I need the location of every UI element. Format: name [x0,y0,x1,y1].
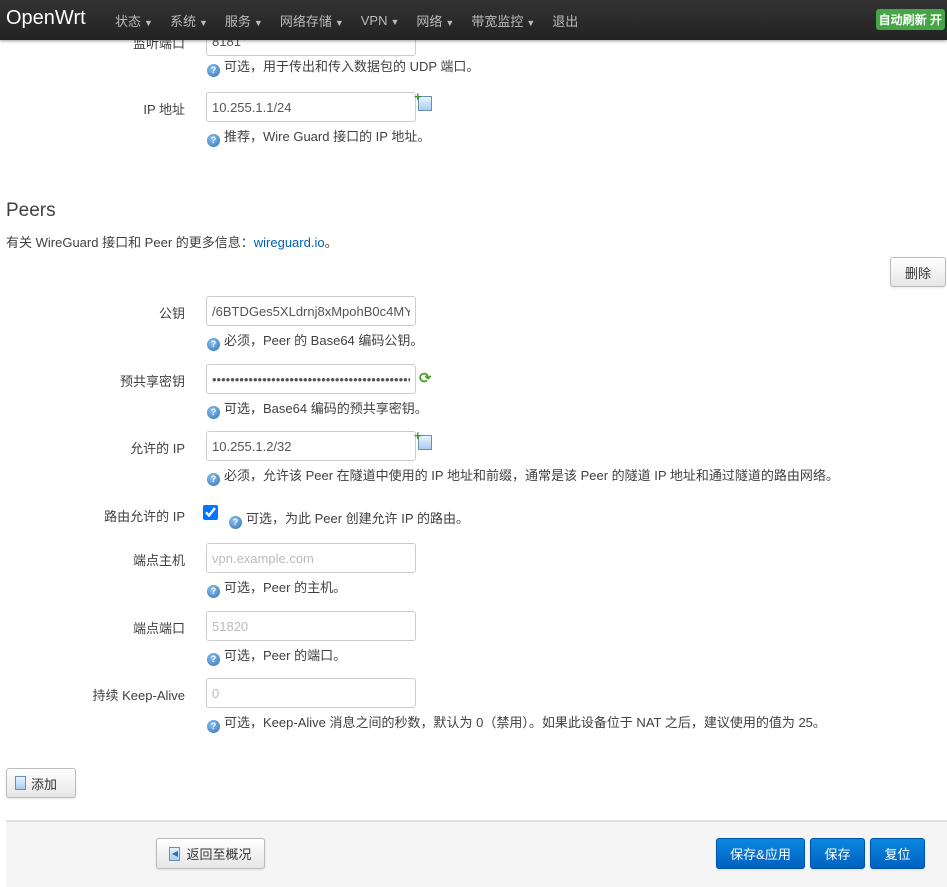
brand-logo[interactable]: OpenWrt [6,7,86,30]
help-text: ? 推荐，Wire Guard 接口的 IP 地址。 [207,126,430,147]
field-label: 端点端口 [132,621,185,636]
help-icon: ? [229,516,242,529]
caret-down-icon: ▼ [198,17,208,28]
menu-nas[interactable]: 网络存储 ▼ [280,11,344,30]
field-label: 端点主机 [132,553,185,568]
field-label: 路由允许的 IP [104,509,185,524]
field-label: 公钥 [158,306,185,321]
help-icon: ? [207,720,220,733]
public-key-input[interactable] [206,296,416,326]
footer-actions: ◀ 返回至概况 保存&应用 保存 复位 [6,820,947,887]
menu-network[interactable]: 网络 ▼ [416,11,454,30]
help-icon: ? [207,653,220,666]
generate-key-icon[interactable]: ⟳ [419,369,432,387]
caret-down-icon: ▼ [390,16,400,27]
menu-vpn[interactable]: VPN ▼ [361,13,400,28]
help-text: ? 可选，用于传出和传入数据包的 UDP 端口。 [207,56,479,77]
endpoint-host-input[interactable] [206,543,416,573]
route-allowed-ips-checkbox[interactable] [203,505,218,520]
keepalive-input[interactable] [206,678,416,708]
help-icon: ? [207,338,220,351]
caret-down-icon: ▼ [334,17,344,28]
save-button[interactable]: 保存 [810,838,865,869]
field-label: IP 地址 [143,102,185,117]
field-label: 允许的 IP [130,441,185,456]
add-entry-icon[interactable] [414,89,432,111]
help-text: ? 可选，Peer 的主机。 [207,577,346,598]
caret-down-icon: ▼ [526,17,536,28]
menu-bandwidth[interactable]: 带宽监控 ▼ [471,11,535,30]
peers-description: 有关 WireGuard 接口和 Peer 的更多信息：wireguard.io… [6,235,338,250]
help-icon: ? [207,406,220,419]
reset-button[interactable]: 复位 [870,838,925,869]
menu-logout[interactable]: 退出 [552,11,578,30]
back-to-overview-button[interactable]: ◀ 返回至概况 [156,838,265,869]
add-entry-icon[interactable] [414,428,432,450]
menu-status[interactable]: 状态 ▼ [115,11,153,30]
help-icon: ? [207,585,220,598]
endpoint-port-input[interactable] [206,611,416,641]
help-text: ? 必须，Peer 的 Base64 编码公钥。 [207,330,423,351]
help-text: ? 可选，Keep-Alive 消息之间的秒数，默认为 0（禁用）。如果此设备位于… [207,712,826,733]
preshared-key-input[interactable] [206,364,416,394]
peers-title: Peers [6,200,56,221]
add-peer-button[interactable]: 添加 [6,768,76,798]
field-label: 持续 Keep-Alive [92,688,185,703]
help-text: ? 可选，Base64 编码的预共享密钥。 [207,398,428,419]
help-text: ? 可选，Peer 的端口。 [207,645,346,666]
help-icon: ? [207,473,220,486]
save-apply-button[interactable]: 保存&应用 [716,838,805,869]
wireguard-link[interactable]: wireguard.io [254,235,325,250]
caret-down-icon: ▼ [445,17,455,28]
ip-address-input[interactable] [206,92,416,122]
help-text: ? 可选，为此 Peer 创建允许 IP 的路由。 [229,508,469,529]
menu-system[interactable]: 系统 ▼ [170,11,208,30]
caret-down-icon: ▼ [253,17,263,28]
menu-services[interactable]: 服务 ▼ [225,11,263,30]
back-arrow-icon: ◀ [169,846,181,861]
allowed-ips-input[interactable] [206,431,416,461]
delete-peer-button[interactable]: 删除 [890,257,946,287]
field-label: 预共享密钥 [119,374,185,389]
caret-down-icon: ▼ [144,17,153,28]
help-text: ? 必须，允许该 Peer 在隧道中使用的 IP 地址和前缀，通常是该 Peer … [207,465,839,486]
add-icon [15,776,26,790]
main-menu: 状态 ▼ 系统 ▼ 服务 ▼ 网络存储 ▼ VPN ▼ 网络 ▼ 带宽监控 ▼ 退出 [115,0,595,40]
help-icon: ? [207,134,220,147]
auto-refresh-badge[interactable]: 自动刷新 开 [875,9,945,30]
help-icon: ? [207,64,220,77]
top-navbar: OpenWrt 状态 ▼ 系统 ▼ 服务 ▼ 网络存储 ▼ VPN ▼ 网络 ▼ 带宽监控 ▼… [0,0,947,40]
